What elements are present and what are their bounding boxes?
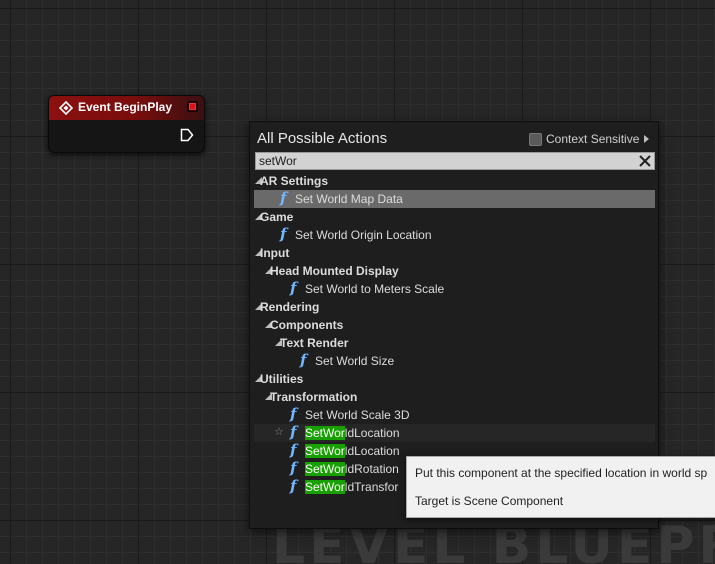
function-icon: f [290,279,297,297]
function-icon: f [290,477,297,495]
tooltip-target: Target is Scene Component [415,494,564,508]
action-label-rest: ldLocation [344,444,400,458]
tree-category[interactable]: Transformation [254,388,655,406]
search-box[interactable] [255,152,655,170]
tree-category[interactable]: Text Render [254,334,655,352]
function-icon: f [290,423,297,441]
search-match-highlight: SetWor [305,480,345,494]
tree-category[interactable]: Components [254,316,655,334]
function-icon: f [290,441,297,459]
action-item[interactable]: f Set World Map Data [254,190,655,208]
event-node-title: Event BeginPlay [78,100,173,114]
tree-category[interactable]: Head Mounted Display [254,262,655,280]
action-label: Set World Size [315,354,395,368]
context-sensitive-label: Context Sensitive [546,132,640,146]
clear-search-icon[interactable] [637,153,653,169]
action-label: SetWorldLocation [305,444,400,458]
exec-output-pin-icon[interactable] [180,128,194,142]
event-node-header: Event BeginPlay [49,96,204,120]
tooltip-description: Put this component at the specified loca… [415,466,708,480]
action-item[interactable]: f Set World Size [254,352,655,370]
action-label-rest: ldTransfor [344,480,399,494]
star-icon[interactable]: ☆ [274,425,284,438]
function-icon: f [280,225,287,243]
action-label: SetWorldTransfor [305,480,398,494]
action-label: SetWorldRotation [305,462,399,476]
category-label: Head Mounted Display [270,264,399,278]
function-icon: f [300,351,307,369]
search-input[interactable] [259,153,629,169]
search-match-highlight: SetWor [305,426,345,440]
search-match-highlight: SetWor [305,462,345,476]
action-label: Set World Origin Location [295,228,432,242]
category-label: Components [270,318,344,332]
tree-category[interactable]: Utilities [254,370,655,388]
tree-category[interactable]: AR Settings [254,172,655,190]
category-label: AR Settings [260,174,329,188]
function-icon: f [280,189,287,207]
context-sensitive-checkbox[interactable] [529,132,542,146]
tree-category[interactable]: Rendering [254,298,655,316]
action-item[interactable]: f Set World Origin Location [254,226,655,244]
tree-category[interactable]: Game [254,208,655,226]
search-match-highlight: SetWor [305,444,345,458]
category-label: Utilities [260,372,304,386]
action-item[interactable]: ☆ f SetWorldLocation [254,424,655,442]
category-label: Rendering [260,300,320,314]
event-delegate-pin[interactable] [187,101,198,112]
function-icon: f [290,459,297,477]
tree-category[interactable]: Input [254,244,655,262]
blueprint-graph-canvas[interactable]: LEVEL BLUEPRINT Event BeginPlay All Poss… [0,0,715,564]
action-label-rest: ldLocation [344,426,400,440]
action-item[interactable]: f Set World Scale 3D [254,406,655,424]
context-sensitive-toggle[interactable]: Context Sensitive [529,131,650,147]
category-label: Transformation [270,390,358,404]
action-item[interactable]: f Set World to Meters Scale [254,280,655,298]
category-label: Game [260,210,294,224]
action-label-rest: ldRotation [344,462,399,476]
function-icon: f [290,405,297,423]
category-label: Input [260,246,290,260]
category-label: Text Render [280,336,349,350]
action-label: Set World Map Data [295,192,403,206]
context-arrow-icon[interactable] [644,135,650,143]
action-label: SetWorldLocation [305,426,400,440]
event-beginplay-node[interactable]: Event BeginPlay [48,95,205,153]
action-label: Set World to Meters Scale [305,282,445,296]
panel-title: All Possible Actions [257,130,388,147]
event-diamond-icon [59,101,73,115]
action-label: Set World Scale 3D [305,408,410,422]
action-tooltip: Put this component at the specified loca… [406,456,715,518]
